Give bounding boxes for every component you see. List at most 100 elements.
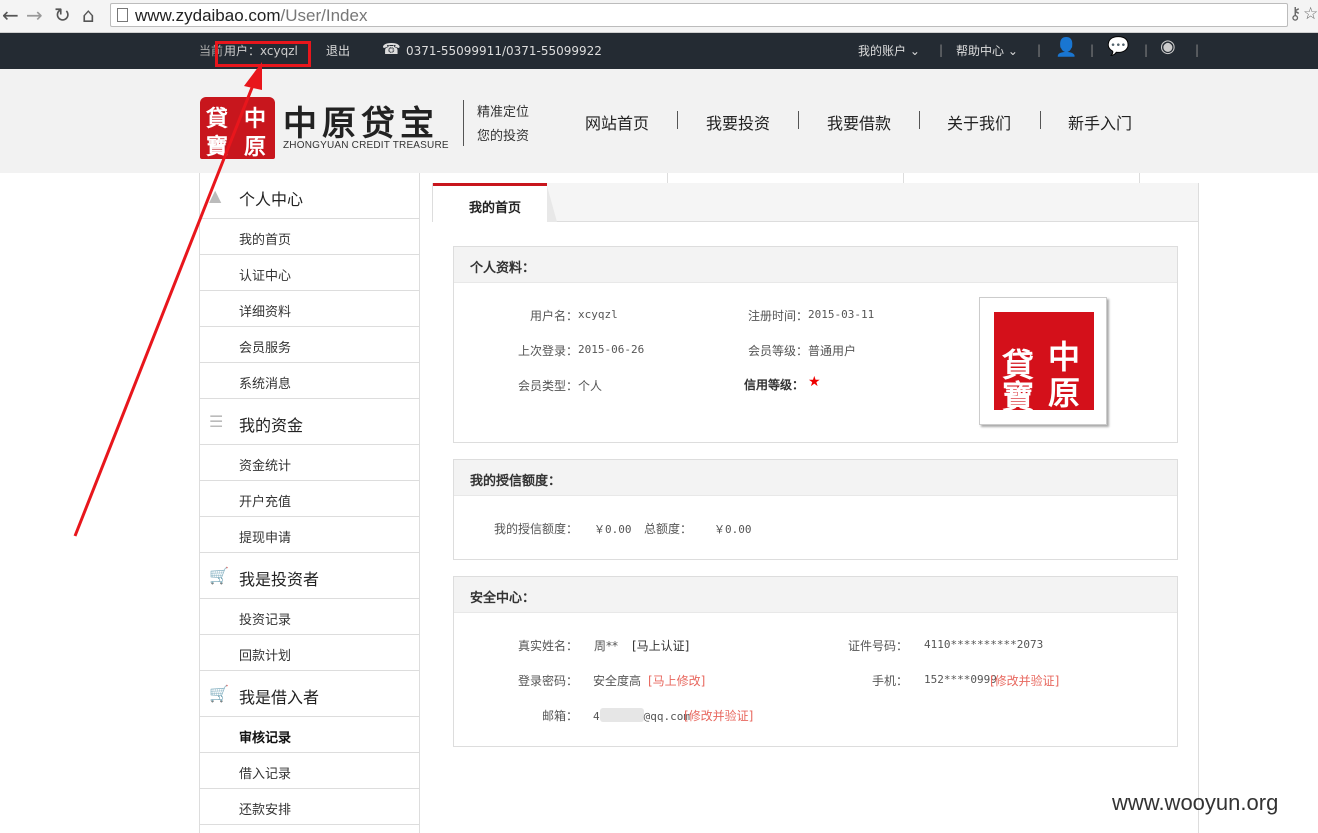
divider: | [1090,43,1095,57]
panel-header: 安全中心： [454,577,1177,613]
sidebar-item-verification[interactable]: 认证中心 [200,255,419,291]
sidebar-item-messages[interactable]: 系统消息 [200,363,419,399]
phone-value: 152****0999 [924,673,997,686]
chevron-down-icon: ⌄ [909,44,920,58]
sidebar-item-repayment-plan[interactable]: 回款计划 [200,635,419,671]
credit-level-label: 信用等级： [744,378,805,392]
phone-icon: ☎ [382,40,401,58]
logo-seal[interactable]: 貸 中 寶 原 [200,97,275,160]
watermark: www.wooyun.org [1112,790,1279,815]
reload-icon[interactable]: ↻ [54,4,71,26]
avatar[interactable]: 貸 中 寶 原 [979,297,1107,425]
sidebar: ▲ 个人中心 我的首页 认证中心 详细资料 会员服务 系统消息 ☰ 我的资金 资… [199,173,420,833]
logo-title[interactable]: 中原贷宝 [283,96,439,145]
change-password-link[interactable]: [马上修改] [648,672,705,689]
divider: | [1037,43,1042,57]
sidebar-item-fund-stats[interactable]: 资金统计 [200,445,419,481]
cart-icon: 🛒 [209,684,229,703]
reg-date-value: 2015-03-11 [808,308,875,321]
member-level-value: 普通用户 [808,344,857,358]
sidebar-item-recharge[interactable]: 开户充值 [200,481,419,517]
panel-header: 我的授信额度： [454,460,1177,496]
database-icon: ☰ [209,412,224,431]
last-login-label: 上次登录： [518,344,579,358]
avatar-seal: 貸 中 寶 原 [994,312,1094,416]
divider [463,100,464,146]
sidebar-item-invest-records[interactable]: 投资记录 [200,599,419,635]
address-bar[interactable]: www.zydaibao.com/User/Index [110,3,1288,27]
divider [798,111,799,129]
sidebar-item-repayment-schedule[interactable]: 还款安排 [200,789,419,825]
sidebar-item-borrow-records[interactable]: 借入记录 [200,753,419,789]
password-label: 登录密码： [518,674,579,688]
credit-limit-label: 我的授信额度： [494,522,579,536]
sidebar-group-personal[interactable]: ▲ 个人中心 [200,173,419,219]
divider [677,111,678,129]
username-value: xcyqzl [578,308,618,321]
credit-limit-value: ￥0.00 [594,523,632,536]
page-icon [117,8,128,22]
divider [1040,111,1041,129]
my-account-menu[interactable]: 我的账户 ⌄ [858,43,920,59]
chevron-down-icon: ⌄ [1007,44,1018,58]
nav-home[interactable]: 网站首页 [585,110,649,134]
nav-invest[interactable]: 我要投资 [706,110,770,134]
browser-toolbar: ← → ↻ ⌂ www.zydaibao.com/User/Index ⚷ ☆ [0,0,1318,33]
password-strength: 安全度高 [593,674,642,688]
sidebar-group-borrower[interactable]: 🛒 我是借入者 [200,671,419,717]
sidebar-group-funds[interactable]: ☰ 我的资金 [200,399,419,445]
weibo-icon[interactable]: ◉ [1160,38,1176,56]
username-label: 用户名： [530,309,579,323]
sidebar-group-investor[interactable]: 🛒 我是投资者 [200,553,419,599]
site-topbar: 当前 用户：xcyqzl 退出 ☎ 0371-55099911/0371-550… [0,33,1318,69]
sidebar-item-details[interactable]: 详细资料 [200,291,419,327]
member-level-label: 会员等级： [748,344,809,358]
sidebar-item-my-home[interactable]: 我的首页 [200,219,419,255]
verify-phone-link[interactable]: [修改并验证] [990,672,1059,689]
logout-link[interactable]: 退出 [326,43,350,59]
sidebar-item-member-service[interactable]: 会员服务 [200,327,419,363]
back-icon[interactable]: ← [2,4,19,26]
divider: | [939,43,944,57]
divider [1198,222,1199,833]
help-center-menu[interactable]: 帮助中心 ⌄ [956,43,1018,59]
tab-edge [547,186,557,222]
divider: | [1144,43,1149,57]
last-login-value: 2015-06-26 [578,343,645,356]
panel-header: 个人资料： [454,247,1177,283]
realname-verify-link[interactable]: [马上认证] [632,637,689,654]
person-icon: ▲ [209,186,222,205]
member-type-value: 个人 [578,379,603,393]
user-icon[interactable]: 👤 [1055,39,1077,57]
realname-label: 真实姓名： [518,639,579,653]
divider: | [1195,43,1200,57]
reg-date-label: 注册时间： [748,309,809,323]
hotline-text: 0371-55099911/0371-55099922 [406,44,602,58]
nav-borrow[interactable]: 我要借款 [827,110,891,134]
bookmark-star-icon[interactable]: ☆ [1303,4,1318,24]
total-limit-value: ￥0.00 [714,523,752,536]
member-type-label: 会员类型： [518,379,579,393]
nav-about[interactable]: 关于我们 [947,110,1011,134]
key-icon[interactable]: ⚷ [1289,4,1301,24]
credit-panel: 我的授信额度： [453,459,1178,560]
id-number-label: 证件号码： [848,639,909,653]
sidebar-item-withdraw[interactable]: 提现申请 [200,517,419,553]
id-number-value: 4110**********2073 [924,638,1044,651]
credit-star-icon: ★ [808,374,821,390]
slogan-line-2: 您的投资 [477,129,530,144]
sidebar-item-audit-records[interactable]: 审核记录 [200,717,419,753]
verify-email-link[interactable]: [修改并验证] [684,707,753,724]
total-limit-label: 总额度： [644,522,693,536]
home-icon[interactable]: ⌂ [82,4,95,26]
email-label: 邮箱： [542,709,579,723]
phone-label: 手机： [872,674,909,688]
realname-value: 周** [594,639,619,653]
cart-icon: 🛒 [209,566,229,585]
forward-icon[interactable]: → [26,4,43,26]
nav-beginner[interactable]: 新手入门 [1068,110,1132,134]
redaction-blur [599,708,644,722]
tab-my-home[interactable]: 我的首页 [433,183,547,222]
url-text: www.zydaibao.com/User/Index [135,6,368,25]
wechat-icon[interactable]: 💬 [1107,38,1129,56]
